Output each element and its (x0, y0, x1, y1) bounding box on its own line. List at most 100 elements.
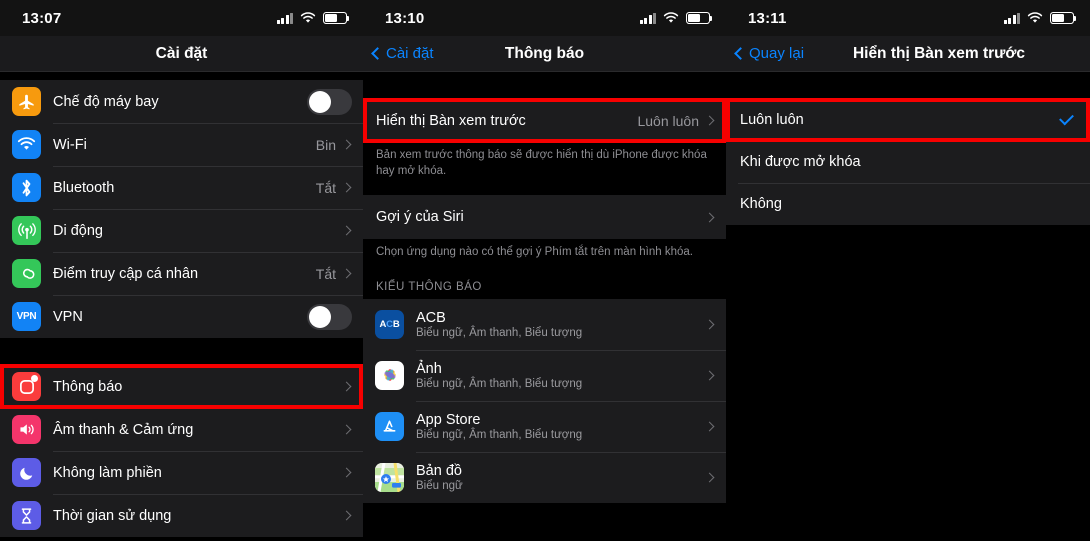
appstore-app-icon (375, 411, 404, 441)
airplane-mode-toggle[interactable] (307, 88, 352, 115)
row-value: Tắt (315, 265, 336, 282)
option-when-unlocked[interactable]: Khi được mở khóa (726, 141, 1090, 183)
settings-group-connectivity: Chế độ máy bay Wi-Fi Bin Bluetooth Tắt D… (0, 80, 363, 338)
row-label: Wi-Fi (53, 136, 87, 153)
wifi-status-icon (1027, 12, 1043, 23)
page-title: Cài đặt (155, 44, 208, 62)
sidebar-item-do-not-disturb[interactable]: Không làm phiền (0, 451, 363, 494)
row-label: Bluetooth (53, 179, 115, 196)
settings-group-notifications: Thông báo Âm thanh & Cảm ứng Không làm p… (0, 364, 363, 537)
row-label: Thông báo (53, 378, 123, 395)
vpn-toggle[interactable] (307, 303, 352, 330)
maps-app-icon (375, 462, 404, 492)
chevron-right-icon (704, 212, 715, 222)
chevron-right-icon (341, 510, 352, 521)
row-label: Chế độ máy bay (53, 93, 159, 110)
hourglass-icon (12, 501, 41, 530)
sidebar-item-vpn[interactable]: VPN VPN (0, 295, 363, 338)
app-subtitle: Biểu ngữ (416, 479, 463, 492)
status-icons (1003, 12, 1077, 24)
battery-icon (1050, 12, 1077, 24)
row-value: Tắt (315, 179, 336, 196)
status-bar: 13:11 (726, 0, 1090, 36)
acb-app-icon: ACB (375, 309, 404, 339)
three-screen-comparison: 13:07 Cài đặt Chế độ máy bay Wi-Fi Bin B… (0, 0, 1090, 541)
row-show-previews[interactable]: Hiển thị Bàn xem trước Luôn luôn (363, 98, 726, 143)
sidebar-item-notifications[interactable]: Thông báo (0, 364, 363, 409)
wifi-status-icon (300, 12, 316, 23)
list-gap (0, 72, 363, 80)
siri-note: Chọn ứng dụng nào có thể gợi ý Phím tắt … (363, 239, 726, 270)
sidebar-item-screen-time[interactable]: Thời gian sử dụng (0, 494, 363, 537)
chevron-right-icon (704, 319, 715, 329)
nav-bar-previews: Quay lại Hiển thị Bàn xem trước (726, 36, 1090, 72)
panel-settings: 13:07 Cài đặt Chế độ máy bay Wi-Fi Bin B… (0, 0, 363, 541)
row-label: VPN (53, 308, 83, 325)
page-title: Hiển thị Bàn xem trước (852, 44, 1026, 62)
photos-app-icon (375, 360, 404, 390)
option-always[interactable]: Luôn luôn (726, 98, 1090, 142)
status-icons (276, 12, 350, 24)
app-subtitle: Biểu ngữ, Âm thanh, Biểu tượng (416, 428, 583, 441)
page-title: Thông báo (504, 44, 585, 62)
list-item[interactable]: Bản đồ Biểu ngữ (363, 451, 726, 503)
list-gap (363, 188, 726, 196)
list-item[interactable]: Ảnh Biểu ngữ, Âm thanh, Biểu tượng (363, 349, 726, 401)
option-label: Không (740, 196, 782, 212)
sidebar-item-wifi[interactable]: Wi-Fi Bin (0, 123, 363, 166)
chevron-right-icon (341, 225, 352, 236)
back-button[interactable]: Cài đặt (371, 36, 434, 71)
sidebar-item-airplane-mode[interactable]: Chế độ máy bay (0, 80, 363, 123)
chevron-right-icon (341, 268, 352, 279)
checkmark-icon (1059, 110, 1074, 126)
list-item[interactable]: App Store Biểu ngữ, Âm thanh, Biểu tượng (363, 400, 726, 452)
app-subtitle: Biểu ngữ, Âm thanh, Biểu tượng (416, 377, 583, 390)
row-label: Không làm phiền (53, 464, 162, 481)
cellular-signal-icon (276, 12, 293, 24)
row-value: Luôn luôn (637, 112, 699, 129)
sidebar-item-hotspot[interactable]: Điểm truy cập cá nhân Tắt (0, 252, 363, 295)
option-label: Khi được mở khóa (740, 154, 861, 170)
panel-notifications: 13:10 Cài đặt Thông báo Hiển thị Bàn xem… (363, 0, 726, 541)
app-name: Bản đồ (416, 462, 462, 479)
sidebar-item-cellular[interactable]: Di động (0, 209, 363, 252)
sidebar-item-bluetooth[interactable]: Bluetooth Tắt (0, 166, 363, 209)
list-gap (0, 338, 363, 365)
chevron-right-icon (341, 182, 352, 193)
battery-icon (323, 12, 350, 24)
hotspot-icon (12, 259, 41, 288)
battery-icon (686, 12, 713, 24)
bluetooth-icon (12, 173, 41, 202)
row-label: Điểm truy cập cá nhân (53, 265, 199, 282)
cellular-icon (12, 216, 41, 245)
list-gap (726, 72, 1090, 99)
vpn-icon: VPN (12, 302, 41, 331)
sidebar-item-sounds[interactable]: Âm thanh & Cảm ứng (0, 408, 363, 451)
back-button-label: Quay lại (749, 45, 805, 62)
row-siri-suggestions[interactable]: Gợi ý của Siri (363, 195, 726, 240)
app-list: ACB ACB Biểu ngữ, Âm thanh, Biểu tượng Ả… (363, 298, 726, 503)
notifications-icon (12, 372, 41, 401)
chevron-right-icon (704, 421, 715, 431)
panel-show-previews: 13:11 Quay lại Hiển thị Bàn xem trước Lu… (726, 0, 1090, 541)
row-label: Thời gian sử dụng (53, 507, 172, 524)
status-bar: 13:10 (363, 0, 726, 36)
chevron-right-icon (704, 370, 715, 380)
list-gap (363, 72, 726, 99)
siri-group: Gợi ý của Siri (363, 195, 726, 240)
chevron-right-icon (341, 467, 352, 478)
preview-options-group: Luôn luôn Khi được mở khóa Không (726, 98, 1090, 225)
list-item[interactable]: ACB ACB Biểu ngữ, Âm thanh, Biểu tượng (363, 298, 726, 350)
app-name: Ảnh (416, 360, 442, 377)
chevron-right-icon (341, 424, 352, 435)
wifi-status-icon (663, 12, 679, 23)
option-never[interactable]: Không (726, 183, 1090, 225)
row-label: Di động (53, 222, 103, 239)
row-value: Bin (315, 136, 336, 153)
status-icons (639, 12, 713, 24)
section-header-notification-style: KIỂU THÔNG BÁO (363, 269, 726, 299)
status-clock: 13:11 (748, 9, 787, 27)
chevron-right-icon (341, 381, 352, 392)
back-button[interactable]: Quay lại (734, 36, 805, 71)
row-label: Âm thanh & Cảm ứng (53, 421, 194, 438)
